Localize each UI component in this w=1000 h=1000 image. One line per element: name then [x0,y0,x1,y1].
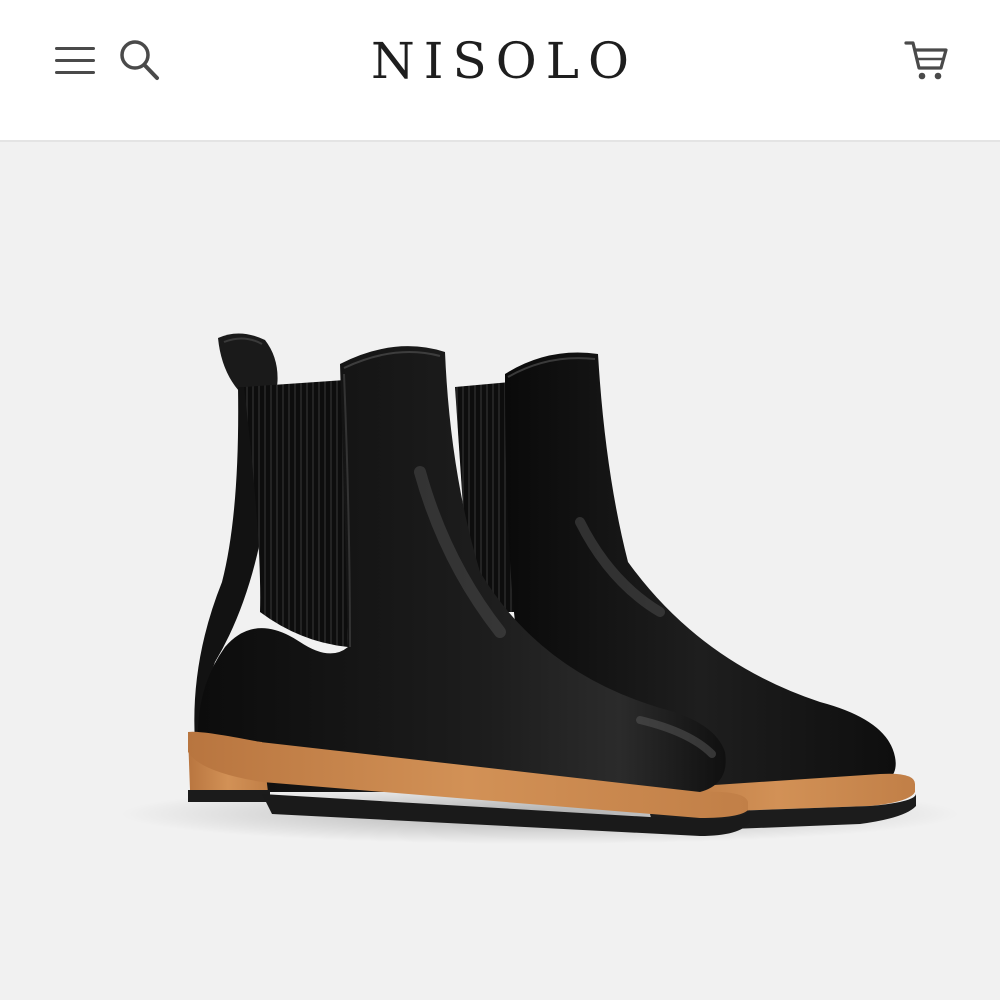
site-header: NISOLO [0,0,1000,142]
hamburger-menu-icon [55,47,95,74]
shopping-cart-icon [904,41,948,80]
menu-button[interactable] [50,38,100,82]
search-button[interactable] [114,35,164,85]
brand-logo[interactable]: NISOLO [300,28,700,94]
cart-button[interactable] [898,34,954,86]
product-hero-image [0,142,1000,1000]
chelsea-boots-image [120,333,960,844]
search-icon [120,40,159,80]
